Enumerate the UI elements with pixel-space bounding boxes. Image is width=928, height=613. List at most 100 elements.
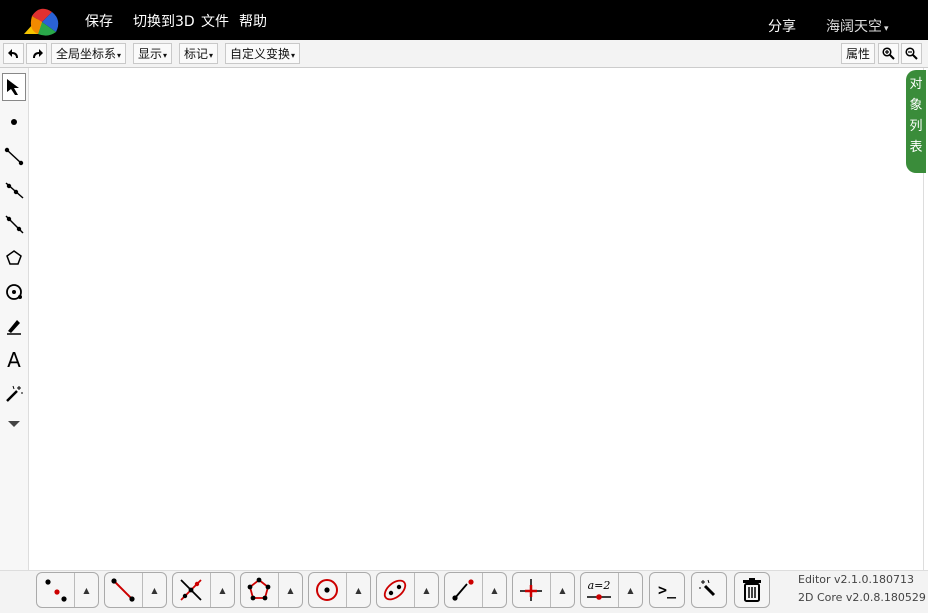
conic-tool-more[interactable]: ▲ [414,573,438,607]
zoom-out-button[interactable] [901,43,922,64]
circle-tool[interactable] [2,278,26,306]
coordinate-axes-icon [520,579,542,601]
axes-tool-more[interactable]: ▲ [550,573,574,607]
share-button[interactable]: 分享 [768,16,796,36]
chevron-down-icon: ▾ [209,51,214,60]
user-menu[interactable]: 海阔天空 ▾ [826,16,889,36]
intersect-tool-button[interactable] [173,573,209,607]
chevron-down-icon: ▾ [291,51,296,60]
points-tool-group[interactable]: ▲ [36,572,99,608]
user-caret-icon: ▾ [884,24,889,34]
object-list-char: 列 [909,119,923,134]
segment-icon [111,578,135,602]
segment-tool[interactable] [2,142,26,170]
mark-dropdown[interactable]: 标记▾ [179,43,219,64]
magic-wand-button[interactable] [691,572,727,608]
polygon-icon [6,250,22,265]
polygon-tool[interactable] [2,244,26,272]
ray-tool[interactable] [2,176,26,204]
circle-tool-group[interactable]: ▲ [308,572,371,608]
circle-tool-button[interactable] [309,573,345,607]
app-logo [24,8,59,36]
ray-tool-button[interactable] [445,573,481,607]
object-list-tab[interactable]: 对 象 列 表 [906,70,926,173]
coord-system-dropdown[interactable]: 全局坐标系▾ [51,43,127,64]
core-version: 2D Core v2.0.8.180529 [798,591,926,604]
segment-tool-button[interactable] [105,573,141,607]
magic-wand-icon [699,579,716,597]
undo-icon [7,49,18,58]
object-list-char: 象 [909,98,923,113]
editor-version: Editor v2.1.0.180713 [798,573,915,586]
text-tool[interactable]: A [2,346,26,374]
points-icon [45,579,67,602]
polygon-tool-button[interactable] [241,573,277,607]
circle-tool-more[interactable]: ▲ [346,573,370,607]
pen-icon [7,320,21,335]
zoom-out-icon [905,47,918,60]
line-icon [5,215,24,234]
intersect-tool-group[interactable]: ▲ [172,572,235,608]
segment-tool-group[interactable]: ▲ [104,572,167,608]
conic-tool-group[interactable]: ▲ [376,572,439,608]
points-tool-more[interactable]: ▲ [74,573,98,607]
point-tool[interactable] [2,108,26,136]
delete-button[interactable] [734,572,770,608]
display-dropdown[interactable]: 显示▾ [133,43,173,64]
segment-icon [4,147,24,166]
segment-tool-more[interactable]: ▲ [142,573,166,607]
line-tool[interactable] [2,210,26,238]
user-name: 海阔天空 [826,19,882,35]
polygon-tool-more[interactable]: ▲ [278,573,302,607]
redo-icon [32,49,43,58]
ray-tool-group[interactable]: ▲ [444,572,507,608]
polygon-tool-group[interactable]: ▲ [240,572,303,608]
console-icon: >_ [657,581,677,599]
conic-tool-button[interactable] [377,573,413,607]
points-tool-button[interactable] [37,573,73,607]
pen-tool[interactable] [2,312,26,340]
custom-transform-label: 自定义变换 [230,47,291,61]
console-button[interactable]: >_ [649,572,685,608]
select-tool[interactable] [2,73,26,101]
intersect-tool-more[interactable]: ▲ [210,573,234,607]
left-toolbar: A [0,68,29,612]
custom-transform-dropdown[interactable]: 自定义变换▾ [225,43,301,64]
object-list-char: 对 [909,77,923,92]
drawing-canvas[interactable] [28,68,924,570]
zoom-in-button[interactable] [878,43,899,64]
magic-wand-icon [6,385,23,402]
parameter-tool-more[interactable]: ▲ [618,573,642,607]
help-menu[interactable]: 帮助 [239,11,267,31]
save-menu[interactable]: 保存 [85,11,113,31]
undo-button[interactable] [3,43,24,64]
ellipse-icon [383,579,407,601]
zoom-in-icon [882,47,895,60]
display-label: 显示 [138,47,163,61]
intersect-icon [180,579,202,601]
top-bar: 保存 切换到3D 文件 帮助 分享 海阔天空 ▾ [0,0,928,40]
text-tool-label: A [7,348,21,372]
trash-icon [743,578,761,602]
ray-tool-more[interactable]: ▲ [482,573,506,607]
axes-tool-group[interactable]: ▲ [512,572,575,608]
ray-icon [452,579,474,601]
chevron-down-icon: ▾ [163,51,168,60]
axes-tool-button[interactable] [513,573,549,607]
properties-button[interactable]: 属性 [841,43,876,64]
polygon-icon [247,577,271,601]
parameter-tool-group[interactable]: a=2 ▲ [580,572,643,608]
slider-icon [587,594,611,600]
parameter-label: a=2 [587,579,611,592]
object-list-char: 表 [909,140,923,155]
parameter-tool-button[interactable]: a=2 [581,573,617,607]
magic-wand-tool[interactable] [2,380,26,408]
coord-system-label: 全局坐标系 [56,47,117,61]
select-arrow-icon [7,79,19,95]
ray-icon [5,182,24,199]
switch-3d-menu[interactable]: 切换到3D [133,11,195,31]
redo-button[interactable] [26,43,47,64]
point-icon [11,119,17,125]
more-tools-button[interactable] [2,410,26,438]
file-menu[interactable]: 文件 [201,11,229,31]
